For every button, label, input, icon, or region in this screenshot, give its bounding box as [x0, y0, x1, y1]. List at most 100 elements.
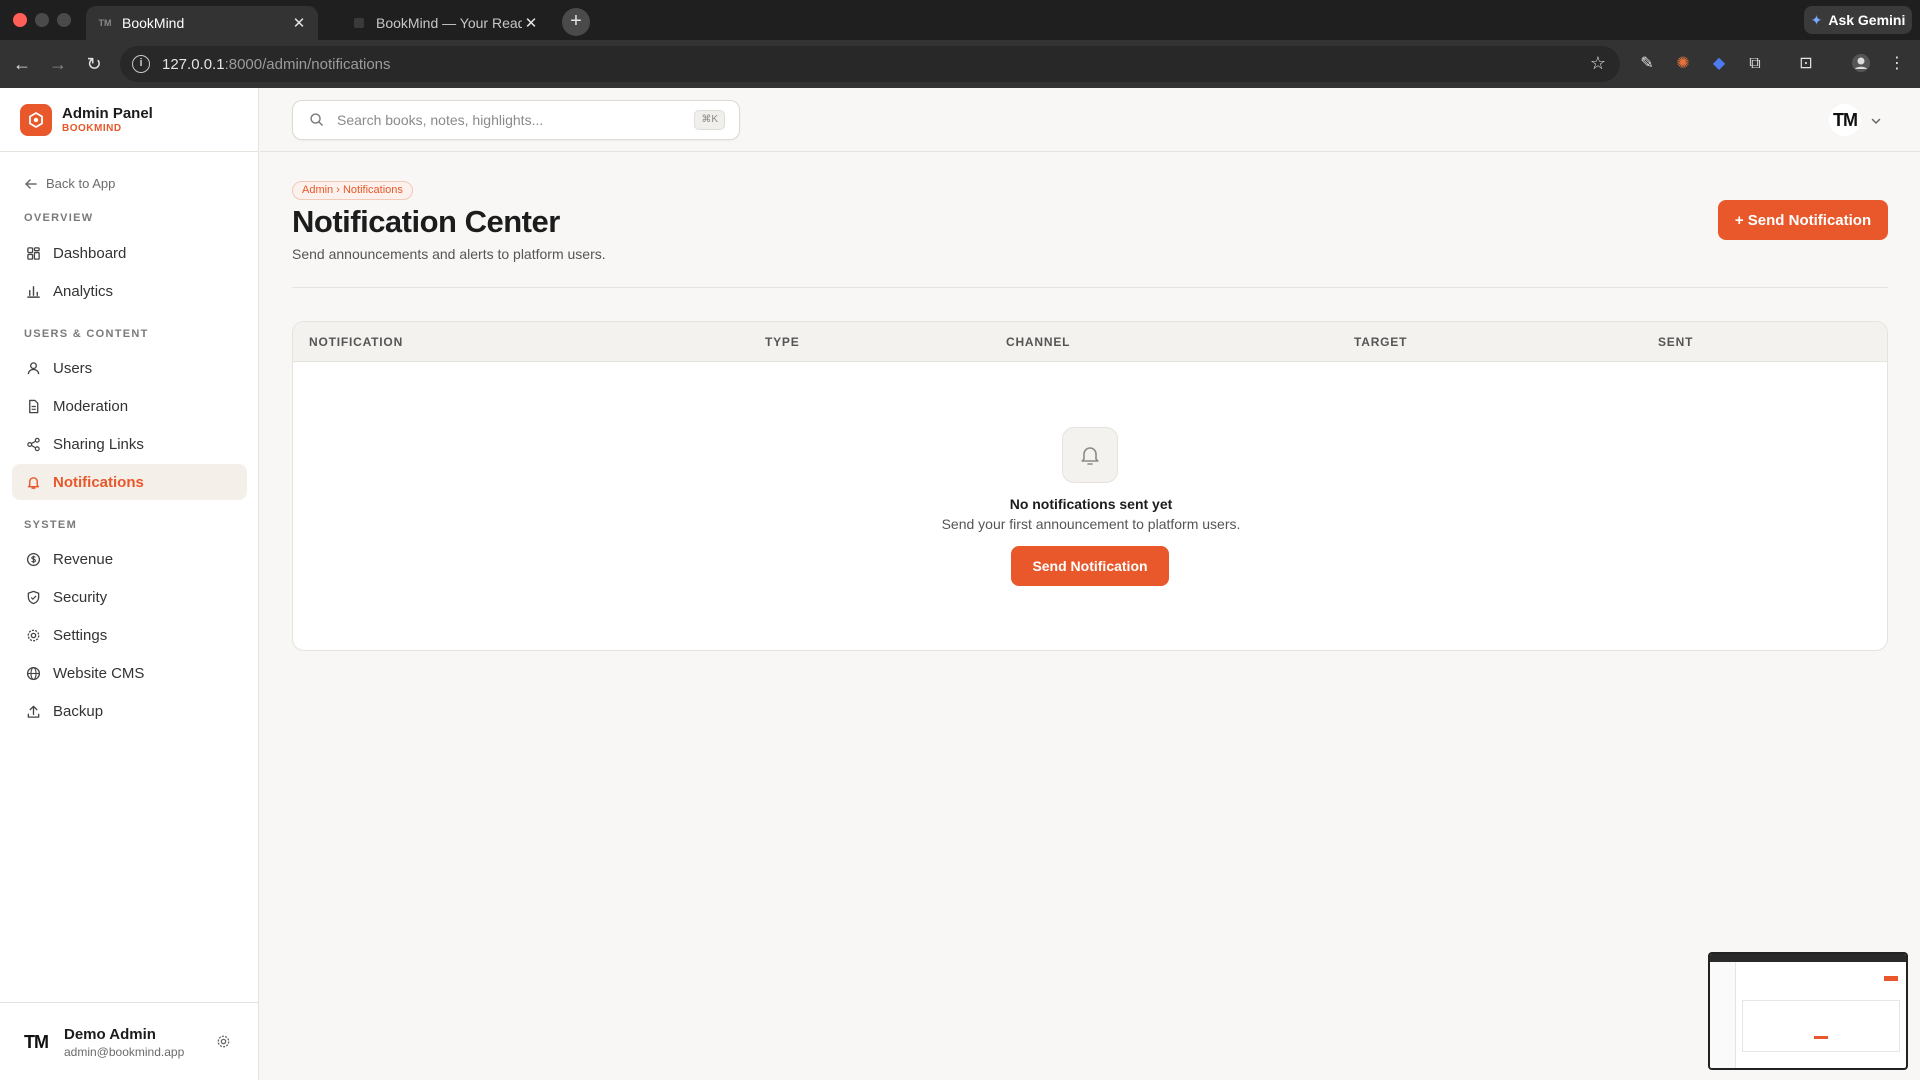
search-icon — [309, 112, 325, 128]
extensions-puzzle-icon[interactable]: ⧉ — [1744, 53, 1766, 75]
column-header-target[interactable]: TARGET — [1354, 335, 1407, 349]
admin-app: Admin Panel BOOKMIND Back to App OVERVIE… — [0, 88, 1920, 1080]
browser-menu-icon[interactable]: ⋮ — [1886, 53, 1908, 75]
browser-tab-strip: TM BookMind ✕ BookMind — Your Reading Li… — [0, 0, 1920, 40]
tag-extension-icon[interactable]: ◆ — [1708, 53, 1730, 75]
dollar-circle-icon — [25, 551, 41, 567]
sidebar-footer-divider — [0, 1002, 259, 1003]
close-window-button[interactable] — [13, 13, 27, 27]
users-icon — [25, 360, 41, 376]
section-system: SYSTEM — [24, 519, 78, 531]
url-text: 127.0.0.1:8000/admin/notifications — [162, 55, 391, 73]
thumbnail-card — [1742, 1000, 1900, 1052]
sidebar-item-backup[interactable]: Backup — [12, 693, 247, 729]
sidebar-item-notifications[interactable]: Notifications — [12, 464, 247, 500]
empty-state-send-notification-button[interactable]: Send Notification — [1011, 546, 1169, 586]
tab-title: BookMind — [122, 15, 185, 31]
send-notification-button[interactable]: + Send Notification — [1718, 200, 1888, 240]
search-input[interactable]: Search books, notes, highlights... ⌘K — [292, 100, 740, 140]
empty-state-description: Send your first announcement to platform… — [941, 516, 1241, 532]
user-settings-gear-icon[interactable] — [216, 1034, 232, 1050]
arrow-left-icon — [25, 178, 37, 189]
brand-logo-icon — [20, 104, 52, 136]
thumbnail-button — [1814, 1036, 1828, 1039]
tab-favicon — [352, 16, 366, 30]
sidebar-item-moderation[interactable]: Moderation — [12, 388, 247, 424]
avatar[interactable]: TM — [20, 1026, 52, 1058]
empty-state-bell-icon — [1062, 427, 1118, 483]
thumbnail-titlebar — [1710, 954, 1906, 962]
new-tab-button[interactable]: + — [562, 8, 590, 36]
shield-icon — [25, 589, 41, 605]
user-menu-avatar[interactable]: TM — [1829, 104, 1861, 136]
search-placeholder: Search books, notes, highlights... — [337, 112, 544, 128]
sidebar-item-website-cms[interactable]: Website CMS — [12, 655, 247, 691]
minimize-window-button[interactable] — [35, 13, 49, 27]
sidebar-item-label: Sharing Links — [53, 435, 144, 453]
pen-extension-icon[interactable]: ✎ — [1636, 53, 1658, 75]
sidebar-item-label: Website CMS — [53, 664, 145, 682]
section-users-content: USERS & CONTENT — [24, 328, 149, 340]
screen-preview-thumbnail[interactable] — [1708, 952, 1908, 1070]
back-to-app-label: Back to App — [46, 176, 116, 191]
sidebar-item-revenue[interactable]: Revenue — [12, 541, 247, 577]
breadcrumb: Admin › Notifications — [292, 181, 413, 200]
globe-icon — [25, 665, 41, 681]
bookmark-star-icon[interactable]: ☆ — [1590, 53, 1606, 74]
notifications-table: NOTIFICATION TYPE CHANNEL TARGET SENT No… — [292, 321, 1888, 651]
share-icon — [25, 436, 41, 452]
sidebar-item-label: Settings — [53, 626, 108, 644]
sidebar-item-label: Backup — [53, 702, 104, 720]
brand[interactable]: Admin Panel BOOKMIND — [20, 104, 153, 136]
thumbnail-sidebar — [1710, 962, 1736, 1068]
sidebar-item-label: Users — [53, 359, 93, 377]
address-bar[interactable]: i 127.0.0.1:8000/admin/notifications ☆ — [120, 46, 1620, 82]
gear-icon — [25, 627, 41, 643]
user-email: admin@bookmind.app — [64, 1045, 185, 1059]
sidebar-item-users[interactable]: Users — [12, 350, 247, 386]
burst-extension-icon[interactable]: ✺ — [1672, 53, 1694, 75]
column-header-channel[interactable]: CHANNEL — [1006, 335, 1070, 349]
ask-gemini-button[interactable]: ✦ Ask Gemini — [1804, 6, 1912, 34]
upload-icon — [25, 703, 41, 719]
tab-search-icon[interactable]: ⊡ — [1795, 53, 1817, 75]
chevron-down-icon[interactable] — [1870, 114, 1882, 126]
topbar: Search books, notes, highlights... ⌘K TM — [260, 88, 1920, 152]
browser-tab-reading-life[interactable]: BookMind — Your Reading Lif ✕ — [340, 6, 550, 40]
page-description: Send announcements and alerts to platfor… — [292, 246, 606, 262]
user-name: Demo Admin — [64, 1026, 156, 1043]
keyboard-shortcut-hint: ⌘K — [694, 110, 725, 130]
tab-favicon: TM — [98, 18, 112, 28]
profile-avatar-icon[interactable] — [1850, 53, 1872, 75]
brand-subtitle: BOOKMIND — [62, 123, 122, 134]
back-arrow-icon[interactable]: ← — [10, 52, 34, 76]
header-divider — [292, 287, 1888, 288]
tab-close-icon[interactable]: ✕ — [522, 14, 540, 32]
dashboard-icon — [25, 245, 41, 261]
sidebar-item-analytics[interactable]: Analytics — [12, 273, 247, 309]
browser-toolbar: ← → ↻ i 127.0.0.1:8000/admin/notificatio… — [0, 40, 1920, 88]
sidebar-item-label: Security — [53, 588, 108, 606]
sidebar-item-dashboard[interactable]: Dashboard — [12, 235, 247, 271]
tab-title: BookMind — Your Reading Lif — [376, 15, 522, 31]
reload-icon[interactable]: ↻ — [82, 52, 106, 76]
zoom-window-button[interactable] — [57, 13, 71, 27]
column-header-sent[interactable]: SENT — [1658, 335, 1693, 349]
sidebar: Admin Panel BOOKMIND Back to App OVERVIE… — [0, 88, 259, 1080]
sidebar-item-security[interactable]: Security — [12, 579, 247, 615]
table-header: NOTIFICATION TYPE CHANNEL TARGET SENT — [293, 322, 1887, 362]
back-to-app-link[interactable]: Back to App — [24, 176, 115, 191]
column-header-notification[interactable]: NOTIFICATION — [309, 335, 403, 349]
site-info-icon[interactable]: i — [132, 55, 150, 73]
forward-arrow-icon[interactable]: → — [46, 52, 70, 76]
section-overview: OVERVIEW — [24, 212, 94, 224]
browser-tab-bookmind[interactable]: TM BookMind ✕ — [86, 6, 318, 40]
column-header-type[interactable]: TYPE — [765, 335, 800, 349]
sidebar-item-label: Revenue — [53, 550, 114, 568]
sidebar-item-sharing-links[interactable]: Sharing Links — [12, 426, 247, 462]
tab-close-icon[interactable]: ✕ — [290, 14, 308, 32]
document-icon — [25, 398, 41, 414]
sidebar-item-settings[interactable]: Settings — [12, 617, 247, 653]
gemini-sparkle-icon: ✦ — [1810, 11, 1823, 28]
sidebar-item-label: Moderation — [53, 397, 129, 415]
